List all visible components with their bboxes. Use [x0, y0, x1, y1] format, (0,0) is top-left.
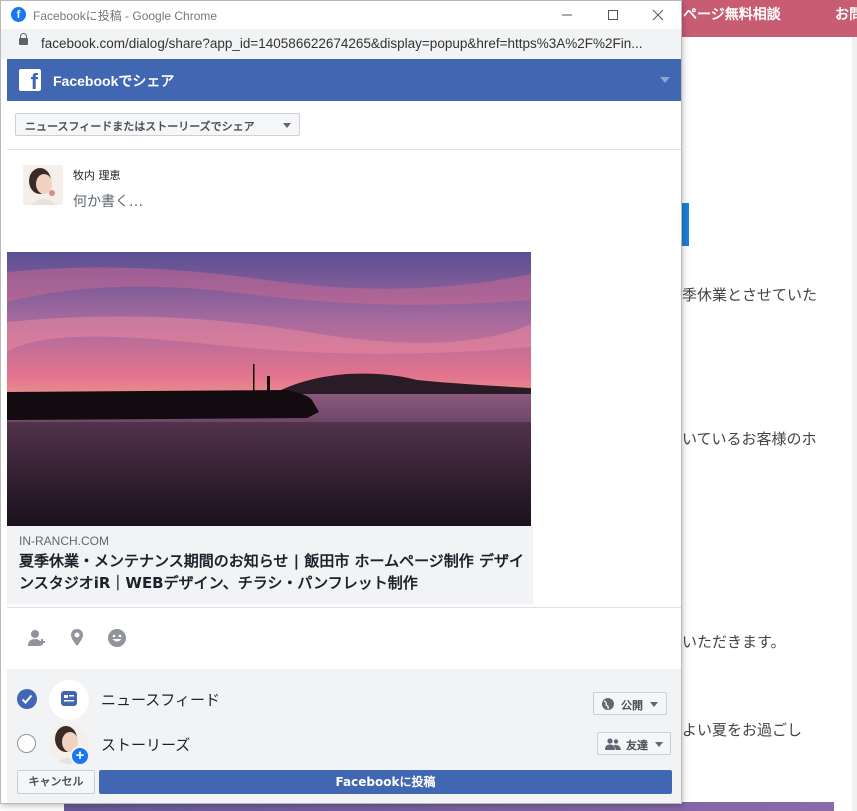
newsfeed-checkbox[interactable] — [17, 689, 37, 709]
link-title: 夏季休業・メンテナンス期間のお知らせ | 飯田市 ホームページ制作 デザインスタ… — [19, 552, 525, 592]
divider — [7, 149, 681, 150]
maximize-icon — [608, 10, 618, 20]
header-menu-caret-icon[interactable] — [660, 77, 670, 83]
lock-icon — [19, 33, 28, 45]
chevron-down-icon — [283, 123, 291, 128]
close-icon — [652, 9, 664, 21]
background-nav-item[interactable]: ページ無料相談 — [683, 4, 781, 24]
chevron-down-icon — [650, 702, 658, 707]
cancel-button[interactable]: キャンセル — [17, 770, 95, 794]
background-text-line: いているお客様のホ — [682, 430, 817, 448]
post-to-facebook-button[interactable]: Facebookに投稿 — [99, 770, 672, 794]
background-accent-block — [682, 203, 689, 246]
window-title: Facebookに投稿 - Google Chrome — [33, 9, 218, 23]
post-text-input[interactable]: 何か書く… — [73, 191, 143, 211]
window-titlebar[interactable]: f Facebookに投稿 - Google Chrome — [1, 1, 681, 29]
background-text-line: 季休業とさせていた — [682, 286, 818, 304]
maximize-button[interactable] — [590, 3, 636, 27]
stories-privacy-button[interactable]: 友達 — [597, 732, 671, 755]
chevron-down-icon — [655, 742, 663, 747]
newsfeed-label: ニュースフィード — [101, 691, 220, 709]
close-button[interactable] — [635, 3, 681, 27]
newsfeed-privacy-label: 公開 — [621, 699, 643, 712]
tag-friends-icon[interactable] — [27, 628, 47, 648]
share-destination-select[interactable]: ニュースフィードまたはストーリーズでシェア — [15, 113, 300, 136]
location-icon[interactable] — [67, 628, 87, 648]
facebook-dialog-header: f Facebookでシェア — [7, 59, 681, 101]
facebook-favicon-icon: f — [11, 7, 26, 22]
feeling-emoji-icon[interactable] — [107, 628, 127, 648]
url-text[interactable]: facebook.com/dialog/share?app_id=1405866… — [41, 36, 643, 51]
sunset-photo — [7, 252, 531, 526]
divider — [7, 607, 681, 608]
background-content — [682, 37, 857, 811]
checkmark-icon — [21, 694, 33, 704]
stories-radio[interactable] — [17, 734, 36, 753]
dialog-title: Facebookでシェア — [53, 73, 175, 89]
link-preview-image[interactable] — [7, 252, 531, 526]
share-destination-label: ニュースフィードまたはストーリーズでシェア — [25, 120, 255, 133]
link-preview-info[interactable]: IN-RANCH.COM 夏季休業・メンテナンス期間のお知らせ | 飯田市 ホー… — [7, 526, 533, 604]
stories-label: ストーリーズ — [101, 736, 191, 754]
share-popup-window: f Facebookに投稿 - Google Chrome facebook.c… — [0, 0, 682, 804]
background-text-line: いただきます。 — [682, 633, 786, 651]
globe-icon — [602, 698, 614, 710]
newsfeed-privacy-button[interactable]: 公開 — [593, 692, 667, 715]
user-name: 牧内 理恵 — [73, 169, 121, 182]
newsfeed-icon — [61, 691, 77, 706]
address-bar[interactable]: facebook.com/dialog/share?app_id=1405866… — [1, 29, 681, 59]
user-avatar — [23, 165, 63, 205]
minimize-button[interactable] — [544, 3, 590, 27]
background-text-line: よい夏をお過ごし — [682, 721, 803, 739]
add-story-plus-icon[interactable]: + — [70, 746, 90, 766]
facebook-logo-icon: f — [19, 69, 41, 91]
avatar-photo — [23, 165, 63, 205]
background-scrollbar[interactable] — [852, 37, 857, 811]
stories-privacy-label: 友達 — [626, 739, 648, 752]
background-nav-item-2[interactable]: お問 — [835, 4, 857, 24]
link-domain: IN-RANCH.COM — [19, 534, 109, 548]
friends-icon — [605, 738, 621, 750]
minimize-icon — [562, 14, 572, 16]
